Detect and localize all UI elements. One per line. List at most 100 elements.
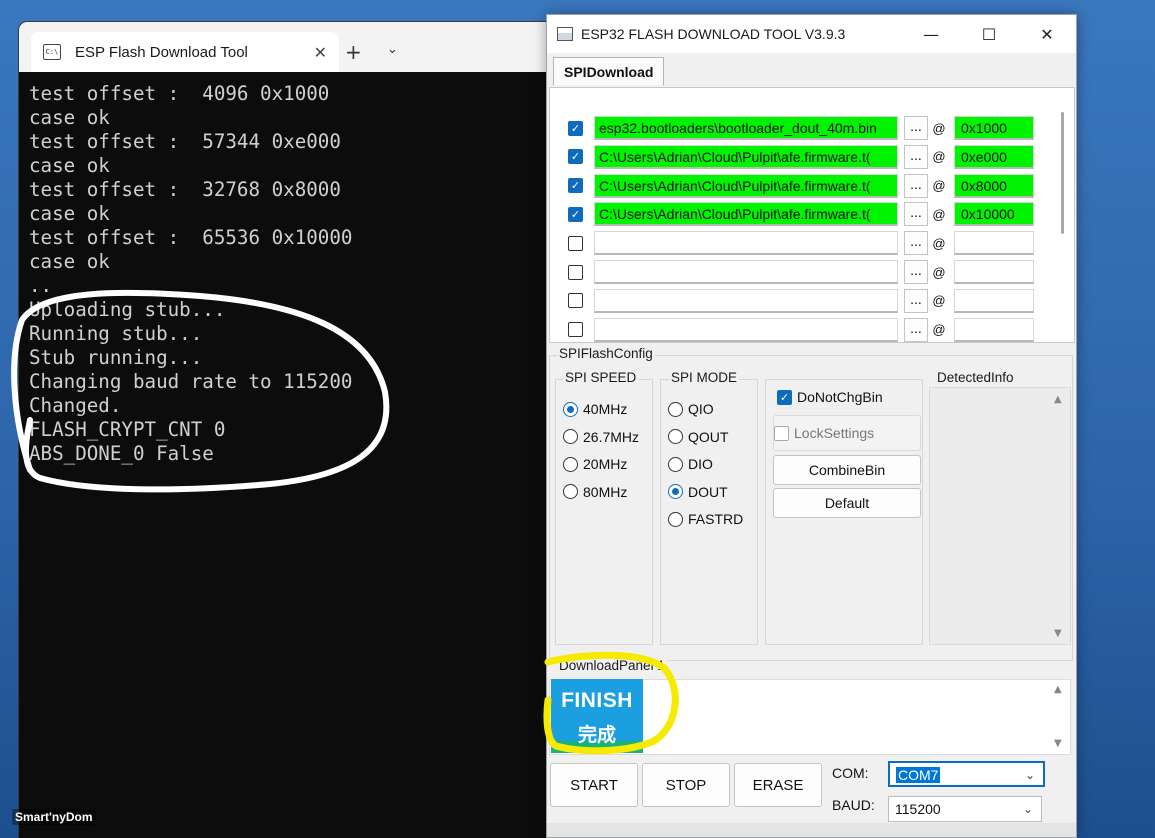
scroll-up-icon[interactable]: ▲ [1054, 684, 1062, 695]
file-row: ... @ [568, 288, 1034, 313]
spi_speed-radio-267mhz[interactable]: 26.7MHz [563, 429, 639, 445]
spi_mode-radio-qio[interactable]: QIO [668, 401, 714, 417]
offset-input[interactable]: 0x8000 [954, 173, 1034, 198]
radio-label: 40MHz [583, 401, 628, 417]
offset-input[interactable]: 0x10000 [954, 202, 1034, 227]
scroll-up-icon[interactable]: ▲ [1054, 394, 1062, 405]
baud-label: BAUD: [832, 797, 875, 813]
file-path-input[interactable]: C:\Users\Adrian\Cloud\Pulpit\afe.firmwar… [594, 173, 898, 198]
file-path-input[interactable] [594, 231, 898, 256]
browse-button[interactable]: ... [904, 288, 928, 313]
file-row: ... @ [568, 231, 1034, 256]
spi-speed-label: SPI SPEED [563, 370, 639, 385]
detected-info-box: ▲ ▼ [929, 387, 1071, 645]
terminal-line: case ok [29, 154, 110, 177]
file-enable-checkbox[interactable] [568, 235, 583, 251]
terminal-line: Stub running... [29, 346, 203, 369]
radio-icon [668, 511, 683, 527]
offset-input[interactable]: 0xe000 [954, 144, 1034, 169]
terminal-line: test offset : 65536 0x10000 [29, 226, 353, 249]
browse-button[interactable]: ... [904, 116, 928, 140]
browse-button[interactable]: ... [904, 173, 928, 198]
donotchgbin-checkbox[interactable]: ✓ DoNotChgBin [777, 389, 883, 405]
radio-icon [668, 456, 683, 472]
file-enable-checkbox[interactable]: ✓ [568, 178, 583, 194]
file-enable-checkbox[interactable] [568, 322, 583, 338]
com-port-select[interactable]: COM7 ⌄ [888, 761, 1045, 787]
file-path-input[interactable] [594, 317, 898, 342]
file-enable-checkbox[interactable]: ✓ [568, 206, 583, 222]
file-list-scrollbar[interactable] [1061, 112, 1064, 234]
browse-button[interactable]: ... [904, 202, 928, 227]
spi_mode-radio-dout[interactable]: DOUT [668, 484, 728, 500]
offset-input[interactable] [954, 288, 1034, 313]
browse-button[interactable]: ... [904, 317, 928, 342]
spi_mode-radio-dio[interactable]: DIO [668, 456, 713, 472]
radio-label: DOUT [688, 483, 728, 500]
radio-icon [563, 456, 578, 472]
spi_speed-radio-80mhz[interactable]: 80MHz [563, 484, 627, 500]
close-icon[interactable]: ✕ [314, 43, 327, 62]
window-close-icon[interactable]: ✕ [1018, 15, 1076, 53]
spi-mode-label: SPI MODE [669, 370, 740, 385]
terminal-icon: C:\ [43, 44, 61, 60]
file-path-input[interactable]: C:\Users\Adrian\Cloud\Pulpit\afe.firmwar… [594, 144, 898, 169]
file-path-input[interactable]: C:\Users\Adrian\Cloud\Pulpit\afe.firmwar… [594, 202, 898, 227]
finish-text: FINISH [561, 689, 633, 712]
watermark-logo: Smart'nyDom [12, 809, 96, 825]
file-enable-checkbox[interactable] [568, 293, 583, 309]
spi-flash-config-label: SPIFlashConfig [557, 346, 655, 361]
file-enable-checkbox[interactable] [568, 264, 583, 280]
offset-input[interactable] [954, 260, 1034, 284]
file-row: ✓ esp32.bootloaders\bootloader_dout_40m.b… [568, 116, 1034, 140]
offset-input[interactable] [954, 231, 1034, 256]
erase-button[interactable]: ERASE [734, 763, 822, 807]
esp-titlebar: ESP32 FLASH DOWNLOAD TOOL V3.9.3 — ☐ ✕ [547, 15, 1076, 53]
chevron-down-icon: ⌄ [1022, 802, 1033, 816]
default-button[interactable]: Default [773, 488, 921, 518]
spi_speed-radio-40mhz[interactable]: 40MHz [563, 401, 627, 417]
file-enable-checkbox[interactable]: ✓ [568, 120, 583, 136]
terminal-tab[interactable]: C:\ ESP Flash Download Tool ✕ [31, 32, 339, 72]
empty-checkbox-icon [774, 425, 789, 441]
radio-label: 20MHz [583, 456, 628, 472]
browse-button[interactable]: ... [904, 231, 928, 256]
start-button[interactable]: START [550, 763, 638, 807]
terminal-line: Changed. [29, 394, 122, 417]
chevron-down-icon[interactable]: ⌄ [387, 42, 398, 57]
new-tab-icon[interactable]: + [345, 40, 362, 64]
terminal-line: Uploading stub... [29, 298, 226, 321]
radio-icon [563, 401, 578, 417]
spi-speed-group [555, 379, 653, 645]
browse-button[interactable]: ... [904, 144, 928, 169]
file-path-input[interactable]: esp32.bootloaders\bootloader_dout_40m.bi… [594, 116, 898, 140]
offset-input[interactable]: 0x1000 [954, 116, 1034, 140]
radio-icon [563, 429, 578, 444]
radio-label: DIO [688, 456, 713, 472]
terminal-line: .. [29, 274, 53, 297]
terminal-line: test offset : 4096 0x1000 [29, 82, 330, 105]
at-label: @ [932, 149, 946, 165]
spi_speed-radio-20mhz[interactable]: 20MHz [563, 456, 627, 472]
baud-rate-select[interactable]: 115200 ⌄ [888, 796, 1042, 822]
scroll-down-icon[interactable]: ▼ [1054, 628, 1062, 639]
file-row: ✓ C:\Users\Adrian\Cloud\Pulpit\afe.firmwa… [568, 202, 1034, 227]
stop-button[interactable]: STOP [642, 763, 730, 807]
spi_mode-radio-qout[interactable]: QOUT [668, 429, 728, 445]
maximize-icon[interactable]: ☐ [960, 15, 1018, 53]
terminal-line: test offset : 57344 0xe000 [29, 130, 341, 153]
terminal-output: test offset : 4096 0x1000 case ok test off… [29, 82, 611, 466]
file-path-input[interactable] [594, 260, 898, 284]
spi_mode-radio-fastrd[interactable]: FASTRD [668, 511, 743, 527]
combine-bin-button[interactable]: CombineBin [773, 455, 921, 485]
file-path-input[interactable] [594, 288, 898, 313]
minimize-icon[interactable]: — [902, 15, 960, 53]
finish-text-cn: 完成 [577, 724, 616, 746]
scroll-down-icon[interactable]: ▼ [1054, 738, 1062, 749]
offset-input[interactable] [954, 317, 1034, 342]
browse-button[interactable]: ... [904, 260, 928, 284]
tab-spidownload[interactable]: SPIDownload [553, 57, 665, 85]
locksettings-checkbox[interactable]: LockSettings [773, 415, 921, 451]
file-enable-checkbox[interactable]: ✓ [568, 149, 583, 165]
radio-label: 26.7MHz [583, 428, 640, 445]
